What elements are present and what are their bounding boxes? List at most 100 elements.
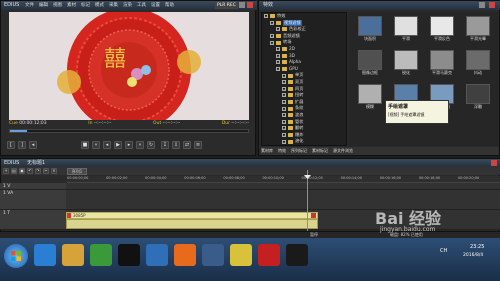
clock-time[interactable]: 23:25 xyxy=(470,244,484,250)
expand-icon[interactable]: − xyxy=(282,73,286,78)
time-ruler[interactable]: 00:00:00;00 00:00:02;00 00:00:04;00 00:00:0… xyxy=(67,176,500,183)
expand-icon[interactable]: − xyxy=(282,139,286,144)
sequence-tab[interactable]: 序列1 xyxy=(67,168,87,175)
track-area-v[interactable] xyxy=(66,183,500,190)
expand-icon[interactable]: − xyxy=(264,14,268,19)
expand-icon[interactable]: − xyxy=(282,126,286,131)
tab-sequence-markers[interactable]: 序列标记 xyxy=(291,147,307,155)
expand-icon[interactable]: − xyxy=(282,80,286,85)
tree-item[interactable]: − 音频滤镜 xyxy=(262,33,346,40)
player-icon[interactable] xyxy=(230,244,252,266)
tree-item[interactable]: − 双页 xyxy=(262,79,346,86)
tree-item[interactable]: − 2D xyxy=(262,46,346,53)
menu-file[interactable]: 文件 xyxy=(25,1,34,10)
effect-thumbnail[interactable]: 图像边框 xyxy=(353,50,387,76)
expand-icon[interactable]: − xyxy=(276,53,280,58)
expand-icon[interactable]: − xyxy=(282,132,286,137)
effect-thumbnail[interactable]: 平滑反色 xyxy=(425,16,459,42)
expand-icon[interactable]: − xyxy=(276,67,280,72)
firefox-icon[interactable] xyxy=(174,244,196,266)
tab-clip-markers[interactable]: 素材标记 xyxy=(312,147,328,155)
loop-icon[interactable]: ↻ xyxy=(147,141,155,149)
tree-item[interactable]: − Alpha xyxy=(262,59,346,66)
menu-capture[interactable]: 采集 xyxy=(109,1,118,10)
tree-item[interactable]: − 条纹 xyxy=(262,105,346,112)
effect-thumbnail[interactable]: 平滑光晕 xyxy=(461,16,495,42)
effect-thumbnail[interactable]: 模糊 xyxy=(353,84,387,110)
fast-forward-icon[interactable]: » xyxy=(136,141,144,149)
tree-item[interactable]: − 四页 xyxy=(262,86,346,93)
tree-item[interactable]: − 溶化 xyxy=(262,138,346,145)
step-back-icon[interactable]: ◂ xyxy=(103,141,111,149)
menu-view[interactable]: 视图 xyxy=(53,1,62,10)
close-icon[interactable] xyxy=(489,2,495,8)
mode-badge[interactable]: PLR REC xyxy=(215,2,238,9)
ie-icon[interactable] xyxy=(34,244,56,266)
overwrite-icon[interactable]: ⇩ xyxy=(172,141,180,149)
explorer-icon[interactable] xyxy=(62,244,84,266)
set-in-button[interactable]: [ xyxy=(7,141,15,149)
effect-thumbnail[interactable]: 块面积 xyxy=(353,16,387,42)
expand-icon[interactable]: − xyxy=(270,20,274,25)
menu-help[interactable]: 帮助 xyxy=(165,1,174,10)
menu-edit[interactable]: 编辑 xyxy=(39,1,48,10)
start-button[interactable] xyxy=(4,244,28,268)
playhead[interactable] xyxy=(307,170,308,238)
tree-item[interactable]: −SMPTE xyxy=(262,145,346,146)
new-icon[interactable]: + xyxy=(3,168,9,174)
expand-icon[interactable]: − xyxy=(282,106,286,111)
tree-item[interactable]: − GPU xyxy=(262,66,346,73)
menu-marker[interactable]: 标记 xyxy=(81,1,90,10)
menu-tools[interactable]: 工具 xyxy=(137,1,146,10)
track-header-t[interactable]: 1 T xyxy=(0,210,66,230)
expand-icon[interactable]: − xyxy=(282,86,286,91)
expand-icon[interactable]: − xyxy=(282,93,286,98)
tree-item[interactable]: − 扭转 xyxy=(262,92,346,99)
tree-item[interactable]: − 扩展 xyxy=(262,99,346,106)
track-header-va[interactable]: 1 VA xyxy=(0,190,66,210)
tree-item[interactable]: − 波浪 xyxy=(262,112,346,119)
close-icon[interactable] xyxy=(247,2,253,8)
set-out-button[interactable]: ] xyxy=(18,141,26,149)
play-icon[interactable]: ▶ xyxy=(114,141,122,149)
expand-icon[interactable]: − xyxy=(282,119,286,124)
menu-mode[interactable]: 模式 xyxy=(95,1,104,10)
qq-icon[interactable] xyxy=(118,244,140,266)
expand-icon[interactable]: − xyxy=(276,60,280,65)
tree-item[interactable]: − 翻转 xyxy=(262,125,346,132)
tab-effects[interactable]: 特效 xyxy=(278,147,286,155)
input-lang[interactable]: CH xyxy=(440,248,447,254)
tree-item[interactable]: − 特效 xyxy=(262,13,346,20)
close-icon[interactable] xyxy=(491,160,497,166)
position-slider[interactable] xyxy=(9,129,249,133)
minimize-icon[interactable] xyxy=(239,2,245,8)
effect-thumbnail[interactable]: 抖动 xyxy=(461,50,495,76)
transition-marker-icon[interactable] xyxy=(311,213,316,218)
tree-item[interactable]: − 转场 xyxy=(262,39,346,46)
effect-thumbnail[interactable]: 平滑 xyxy=(389,16,423,42)
tab-bin[interactable]: 素材库 xyxy=(261,147,273,155)
video-clip[interactable]: 3085P xyxy=(66,212,318,219)
tab-source-browser[interactable]: 源文件浏览 xyxy=(333,147,353,155)
step-forward-icon[interactable]: ▸ xyxy=(125,141,133,149)
record-icon[interactable] xyxy=(258,244,280,266)
tree-item[interactable]: − 管状 xyxy=(262,119,346,126)
menu-icon[interactable]: ≡ xyxy=(194,141,202,149)
tree-item[interactable]: − 色彩校正 xyxy=(262,26,346,33)
expand-icon[interactable]: − xyxy=(282,100,286,105)
ripple-icon[interactable]: ⇄ xyxy=(183,141,191,149)
audio-clip[interactable] xyxy=(66,219,318,229)
expand-icon[interactable]: − xyxy=(276,27,280,32)
delete-icon[interactable]: ✕ xyxy=(51,168,57,174)
menu-render[interactable]: 渲染 xyxy=(123,1,132,10)
expand-icon[interactable]: − xyxy=(270,40,274,45)
tree-item[interactable]: − 单页 xyxy=(262,72,346,79)
app-icon[interactable] xyxy=(146,244,168,266)
media-icon[interactable] xyxy=(90,244,112,266)
tree-item[interactable]: − 爆炸 xyxy=(262,132,346,139)
effect-thumbnail[interactable]: 平滑马赛克 xyxy=(425,50,459,76)
menu-settings[interactable]: 设置 xyxy=(151,1,160,10)
track-header-v[interactable]: 1 V xyxy=(0,183,66,190)
save-icon[interactable]: ▣ xyxy=(19,168,25,174)
expand-icon[interactable]: − xyxy=(270,34,274,39)
